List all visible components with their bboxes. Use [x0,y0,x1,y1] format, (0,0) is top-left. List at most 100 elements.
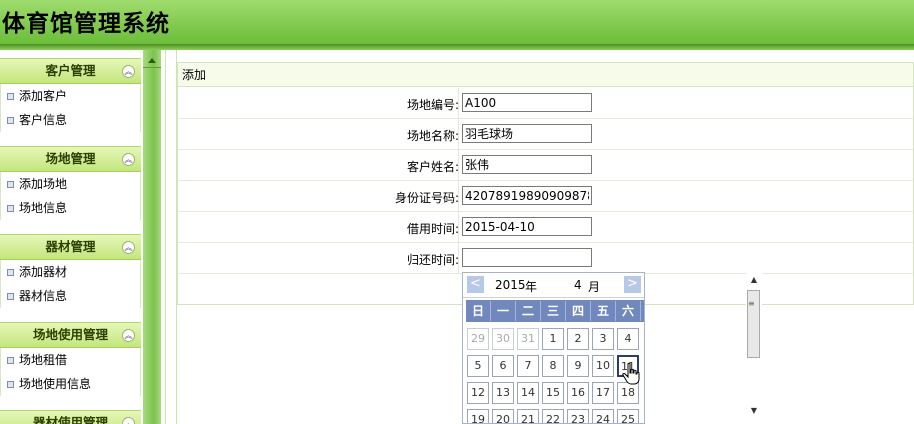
calendar-day[interactable]: 20 [492,409,514,423]
field-label: 身份证号码: [394,191,459,205]
sidebar-group-title: 器材管理 [45,239,96,254]
calendar-day[interactable]: 19 [467,409,489,423]
sidebar-item-equipment-info[interactable]: 器材信息 [1,284,140,308]
calendar-grid: 日 一 二 三 四 五 六 29303112345678910111213141… [466,300,644,423]
field-label: 借用时间: [406,222,459,236]
content-frame-edge [165,50,177,424]
calendar-day[interactable]: 29 [467,328,489,350]
calendar-day[interactable]: 21 [517,409,539,423]
sidebar-group-title: 客户管理 [45,63,96,78]
calendar-day[interactable]: 23 [567,409,589,423]
sidebar: 客户管理 ︽ 添加客户 客户信息 场地管理 ︽ 添加场地 场地信息 器材管理 ︽… [0,50,143,424]
date-picker-popup: < 2015 年 4 月 > 日 一 二 三 四 五 六 29 30 31 1 2 3 4 5… [462,272,645,424]
weekday-label: 四 [566,301,591,321]
venue-name-input[interactable] [462,124,592,143]
calendar-day[interactable]: 15 [542,382,564,404]
add-form-panel: 添加 场地编号: 场地名称: 客户姓名: 身份证号码: 借用时间: 归还时间 [177,62,914,305]
calendar-day[interactable]: 14 [517,382,539,404]
form-row-borrow-time: 借用时间: [178,212,913,243]
sidebar-item-add-customer[interactable]: 添加客户 [1,84,140,108]
sidebar-splitter[interactable] [143,50,161,424]
calendar-day[interactable]: 3 [592,328,614,350]
panel-title: 添加 [178,63,913,87]
calendar-day[interactable]: 10 [592,355,614,377]
sidebar-item-customer-info[interactable]: 客户信息 [1,108,140,132]
sidebar-item-venue-rental[interactable]: 场地租借 [1,348,140,372]
scroll-up-icon[interactable]: ▲ [749,275,759,285]
collapse-icon[interactable]: ︽ [122,65,135,78]
collapse-icon[interactable]: ︽ [122,153,135,166]
calendar-day[interactable]: 9 [567,355,589,377]
form-row-return-time: 归还时间: [178,243,913,274]
calendar-month-unit: 月 [588,280,601,294]
calendar-day[interactable]: 30 [492,328,514,350]
calendar-day[interactable]: 22 [542,409,564,423]
weekday-label: 五 [591,301,616,321]
prev-month-button[interactable]: < [467,276,484,293]
field-label: 归还时间: [406,253,459,267]
collapse-icon[interactable]: ︽ [122,417,135,424]
sidebar-group-title: 场地管理 [45,151,96,166]
grip-icon: ≡ [748,299,755,308]
weekday-label: 二 [516,301,541,321]
scroll-down-icon[interactable]: ▼ [749,406,759,416]
calendar-day[interactable]: 25 [617,409,639,423]
weekday-label: 一 [491,301,516,321]
sidebar-item-add-venue[interactable]: 添加场地 [1,172,140,196]
sidebar-item-add-equipment[interactable]: 添加器材 [1,260,140,284]
form-row-venue-name: 场地名称: [178,119,913,150]
sidebar-item-venue-info[interactable]: 场地信息 [1,196,140,220]
calendar-day[interactable]: 13 [492,382,514,404]
field-label: 场地编号: [406,98,459,112]
calendar-day[interactable]: 12 [467,382,489,404]
vertical-scrollbar[interactable]: ▲ ≡ ▼ [746,272,762,424]
field-label: 场地名称: [406,129,459,143]
header-bar: 体育馆管理系统 [0,0,914,44]
field-label: 客户姓名: [406,160,459,174]
sidebar-group-header[interactable]: 场地管理 ︽ [0,146,141,172]
sidebar-group-equipment-usage: 器材使用管理 ︽ [0,410,141,424]
collapse-arrow-icon[interactable] [147,55,157,65]
next-month-button[interactable]: > [624,276,641,293]
calendar-day[interactable]: 6 [492,355,514,377]
sidebar-item-venue-usage-info[interactable]: 场地使用信息 [1,372,140,396]
calendar-year-unit: 年 [525,280,538,294]
calendar-day[interactable]: 7 [517,355,539,377]
calendar-day[interactable]: 2 [567,328,589,350]
calendar-day[interactable]: 8 [542,355,564,377]
weekday-label: 三 [541,301,566,321]
app-title: 体育馆管理系统 [2,11,170,37]
sidebar-group-header[interactable]: 器材管理 ︽ [0,234,141,260]
calendar-day[interactable]: 4 [617,328,639,350]
sidebar-group-title: 器材使用管理 [32,415,108,424]
calendar-month[interactable]: 4 [574,278,582,292]
calendar-day[interactable]: 24 [592,409,614,423]
venue-id-input[interactable] [462,93,592,112]
sidebar-group-venue: 场地管理 ︽ 添加场地 场地信息 [0,146,141,220]
collapse-icon[interactable]: ︽ [122,241,135,254]
borrow-time-input[interactable] [462,217,592,236]
id-number-input[interactable] [462,186,592,205]
form-row-venue-id: 场地编号: [178,88,913,119]
sidebar-group-customer: 客户管理 ︽ 添加客户 客户信息 [0,58,141,132]
form-row-id-number: 身份证号码: [178,181,913,212]
form-row-customer-name: 客户姓名: [178,150,913,181]
sidebar-group-header[interactable]: 客户管理 ︽ [0,58,141,84]
calendar-day[interactable]: 1 [542,328,564,350]
return-time-input[interactable] [462,248,592,267]
sidebar-group-header[interactable]: 场地使用管理 ︽ [0,322,141,348]
calendar-day[interactable]: 5 [467,355,489,377]
sidebar-group-venue-usage: 场地使用管理 ︽ 场地租借 场地使用信息 [0,322,141,396]
weekday-label: 日 [466,301,491,321]
calendar-day[interactable]: 31 [517,328,539,350]
calendar-header: < 2015 年 4 月 > [463,273,644,298]
sidebar-group-title: 场地使用管理 [32,327,108,342]
calendar-day[interactable]: 17 [592,382,614,404]
calendar-year[interactable]: 2015 [495,278,526,292]
sidebar-group-header[interactable]: 器材使用管理 ︽ [0,410,141,424]
calendar-day[interactable]: 16 [567,382,589,404]
customer-name-input[interactable] [462,155,592,174]
weekday-header-row: 日 一 二 三 四 五 六 [466,300,644,322]
hand-pointer-icon [622,362,640,385]
collapse-icon[interactable]: ︽ [122,329,135,342]
